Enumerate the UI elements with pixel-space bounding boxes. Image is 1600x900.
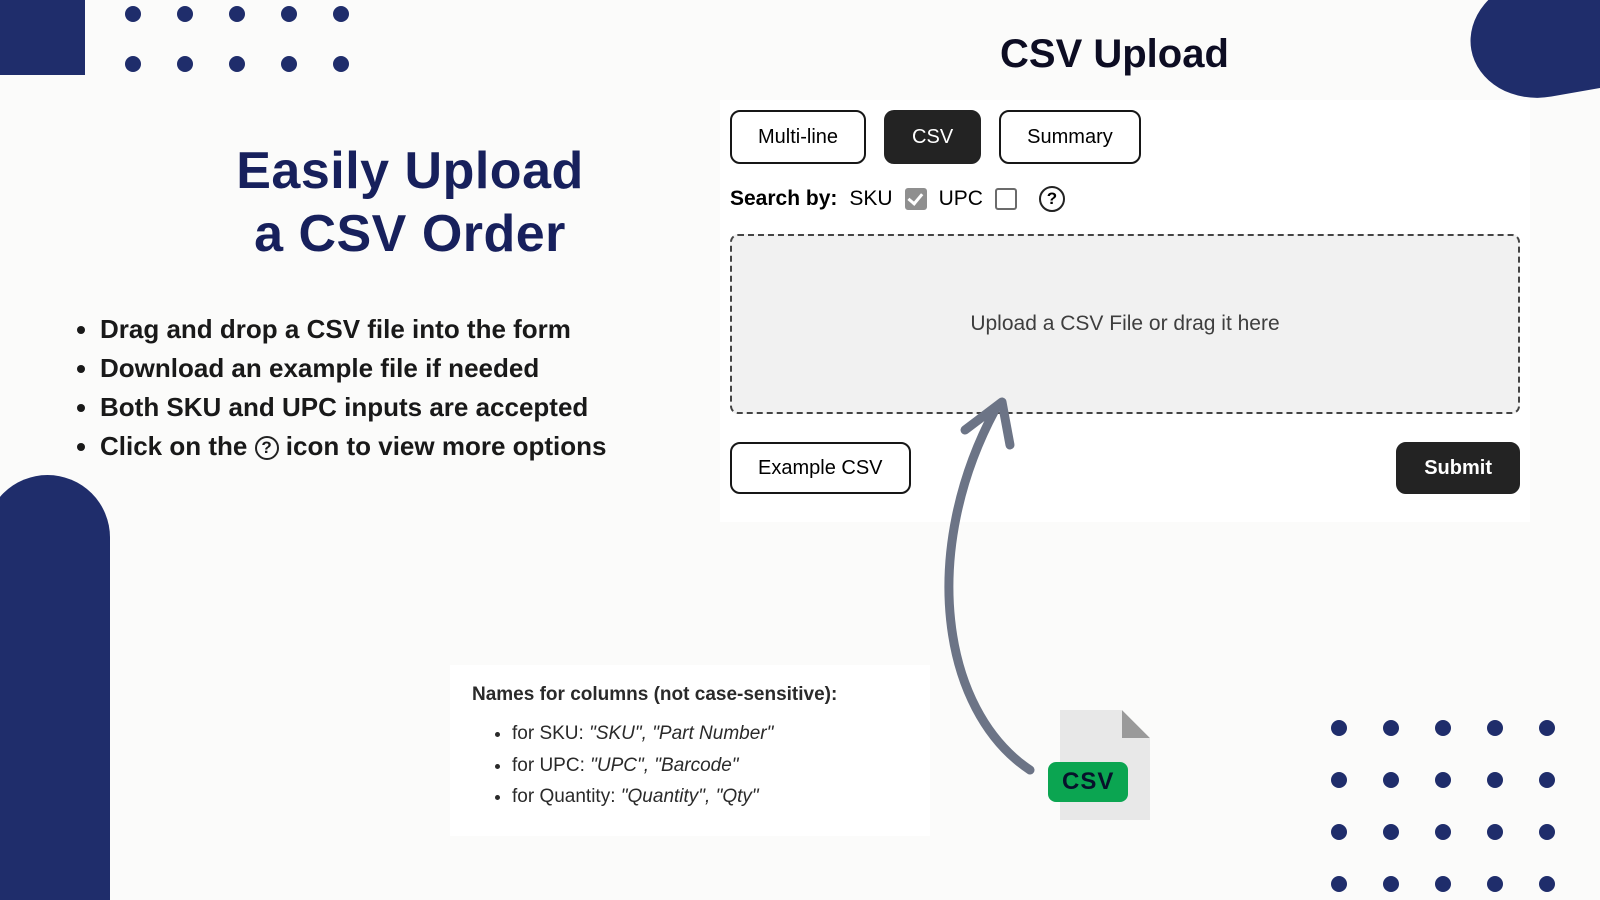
col-qty-vals: "Quantity", "Qty" — [621, 786, 759, 807]
deco-dots-top-row2 — [125, 56, 349, 72]
panel-title: CSV Upload — [1000, 32, 1229, 77]
tab-multiline[interactable]: Multi-line — [730, 110, 866, 164]
csv-dropzone[interactable]: Upload a CSV File or drag it here — [730, 234, 1520, 414]
column-names-header: Names for columns (not case-sensitive) — [472, 684, 831, 705]
deco-dots-top-row1 — [125, 6, 349, 22]
tab-summary[interactable]: Summary — [999, 110, 1141, 164]
example-csv-button[interactable]: Example CSV — [730, 442, 911, 494]
bullet-1: Drag and drop a CSV file into the form — [100, 310, 705, 349]
bullet-2: Download an example file if needed — [100, 349, 705, 388]
bullet-4: Click on the ? icon to view more options — [100, 427, 705, 466]
col-upc-vals: "UPC", "Barcode" — [590, 755, 738, 776]
dropzone-text: Upload a CSV File or drag it here — [970, 312, 1279, 336]
deco-blob-top-right — [1461, 0, 1600, 109]
feature-bullets: Drag and drop a CSV file into the form D… — [65, 310, 705, 466]
csv-file-icon: CSV — [1060, 710, 1150, 820]
deco-square-top-left — [0, 0, 85, 75]
tabs: Multi-line CSV Summary — [730, 110, 1520, 164]
bullet-4-pre: Click on the — [100, 431, 255, 461]
csv-upload-panel: Multi-line CSV Summary Search by: SKU UP… — [720, 100, 1530, 522]
csv-file-tag: CSV — [1048, 762, 1128, 802]
sku-option-label: SKU — [849, 187, 892, 211]
upc-checkbox[interactable] — [995, 188, 1017, 210]
column-row-sku: for SKU: "SKU", "Part Number" — [512, 718, 908, 749]
col-upc-label: for UPC: — [512, 755, 590, 776]
search-by-row: Search by: SKU UPC ? — [730, 186, 1520, 212]
headline-line2: a CSV Order — [254, 205, 566, 263]
sku-checkbox[interactable] — [905, 188, 927, 210]
bullet-4-post: icon to view more options — [279, 431, 607, 461]
search-by-label: Search by: — [730, 187, 837, 211]
tab-csv[interactable]: CSV — [884, 110, 981, 164]
col-qty-label: for Quantity: — [512, 786, 621, 807]
help-icon[interactable]: ? — [1039, 186, 1065, 212]
panel-actions: Example CSV Submit — [730, 442, 1520, 494]
column-names-card: Names for columns (not case-sensitive): … — [450, 665, 930, 836]
deco-pill-bottom-left — [0, 475, 110, 900]
col-sku-label: for SKU: — [512, 723, 589, 744]
column-row-qty: for Quantity: "Quantity", "Qty" — [512, 781, 908, 812]
col-sku-vals: "SKU", "Part Number" — [589, 723, 773, 744]
bullet-3: Both SKU and UPC inputs are accepted — [100, 388, 705, 427]
submit-button[interactable]: Submit — [1396, 442, 1520, 494]
column-names-colon: : — [831, 684, 837, 705]
column-row-upc: for UPC: "UPC", "Barcode" — [512, 750, 908, 781]
upc-option-label: UPC — [939, 187, 983, 211]
deco-dots-bottom-right — [1331, 720, 1555, 900]
help-icon: ? — [255, 436, 279, 460]
headline-line1: Easily Upload — [236, 142, 584, 200]
headline: Easily Upload a CSV Order — [150, 140, 670, 267]
